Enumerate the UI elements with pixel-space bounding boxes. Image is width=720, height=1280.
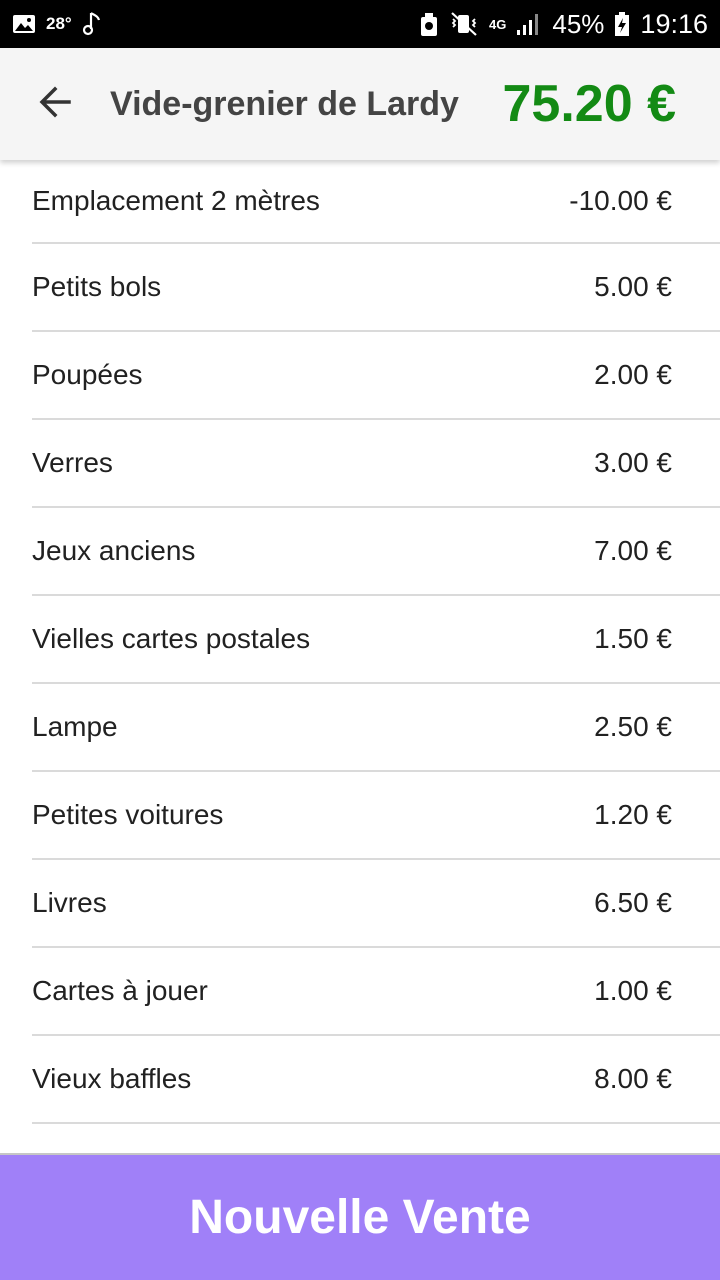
vibrate-mute-icon (449, 11, 479, 37)
battery-percent-text: 45% (552, 8, 605, 39)
battery-icon (614, 11, 630, 37)
item-price: 8.00 € (594, 1063, 672, 1094)
list-item[interactable]: Petits bols 5.00 € (32, 244, 720, 332)
item-name: Poupées (32, 359, 143, 390)
image-icon (12, 14, 36, 34)
total-amount: 75.20 € (502, 75, 677, 133)
list-item[interactable]: Poupées 2.00 € (32, 332, 720, 420)
recycle-icon (419, 11, 439, 37)
item-name: Cartes à jouer (32, 975, 208, 1006)
app-bar: Vide-grenier de Lardy 75.20 € (0, 48, 720, 160)
list-item[interactable]: Jeux anciens 7.00 € (32, 508, 720, 596)
item-price: -10.00 € (569, 185, 672, 216)
item-price: 1.20 € (594, 799, 672, 830)
page-title: Vide-grenier de Lardy (110, 84, 459, 123)
item-name: Petites voitures (32, 799, 224, 830)
sales-list: Emplacement 2 mètres -10.00 € Petits bol… (0, 160, 720, 1124)
list-item[interactable]: Emplacement 2 mètres -10.00 € (32, 160, 720, 244)
item-price: 2.00 € (594, 359, 672, 390)
list-item[interactable]: Vielles cartes postales 1.50 € (32, 596, 720, 684)
arrow-left-icon (37, 84, 73, 125)
item-price: 2.50 € (594, 711, 672, 742)
list-item[interactable]: Lampe 2.50 € (32, 684, 720, 772)
item-price: 7.00 € (594, 535, 672, 566)
status-right: 4G 45% 19:16 (419, 9, 708, 40)
status-left: 28° (12, 11, 102, 37)
status-bar: 28° 4G 45% 19:16 (0, 0, 720, 48)
item-price: 1.50 € (594, 623, 672, 654)
item-name: Emplacement 2 mètres (32, 185, 320, 216)
item-price: 5.00 € (594, 271, 672, 302)
temperature-text: 28° (46, 14, 72, 33)
list-item[interactable]: Vieux baffles 8.00 € (32, 1036, 720, 1124)
item-price: 3.00 € (594, 447, 672, 478)
item-name: Jeux anciens (32, 535, 196, 566)
item-price: 6.50 € (594, 887, 672, 918)
item-name: Livres (32, 887, 107, 918)
item-name: Petits bols (32, 271, 162, 302)
network-type-text: 4G (489, 16, 507, 32)
list-item[interactable]: Verres 3.00 € (32, 420, 720, 508)
signal-icon (516, 12, 542, 36)
list-item[interactable]: Livres 6.50 € (32, 860, 720, 948)
item-name: Lampe (32, 711, 118, 742)
clock-text: 19:16 (640, 8, 708, 39)
item-name: Vielles cartes postales (32, 623, 311, 654)
item-name: Vieux baffles (32, 1063, 192, 1094)
new-sale-button[interactable]: Nouvelle Vente (0, 1153, 720, 1280)
music-note-icon (82, 11, 102, 37)
list-item[interactable]: Petites voitures 1.20 € (32, 772, 720, 860)
back-button[interactable] (0, 48, 110, 160)
item-name: Verres (32, 447, 113, 478)
item-price: 1.00 € (594, 975, 672, 1006)
list-item[interactable]: Cartes à jouer 1.00 € (32, 948, 720, 1036)
